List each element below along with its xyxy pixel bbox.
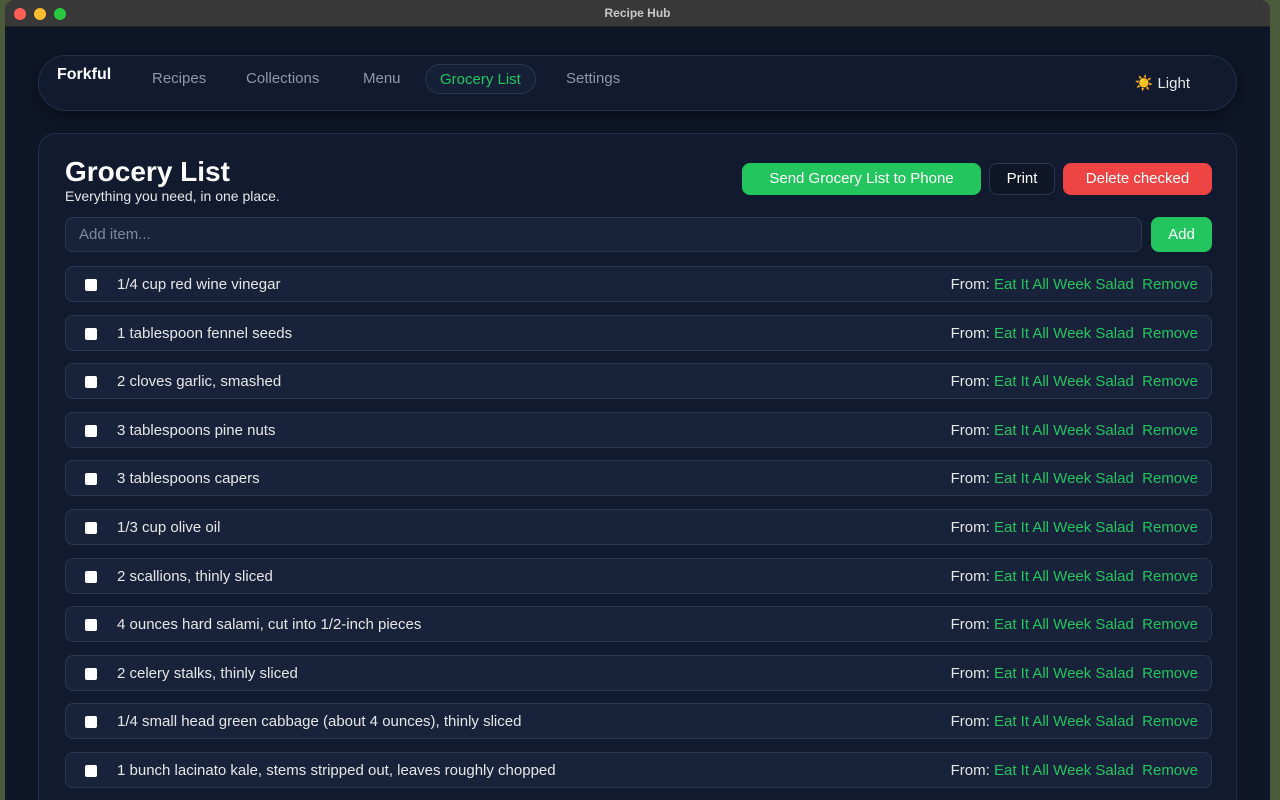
item-checkbox[interactable] xyxy=(85,327,97,340)
page-subtitle: Everything you need, in one place. xyxy=(65,188,280,204)
nav-collections[interactable]: Collections xyxy=(232,64,333,94)
grocery-item-row: 3 tablespoons capers From: Eat It All We… xyxy=(65,460,1212,497)
source-recipe-link[interactable]: Eat It All Week Salad xyxy=(994,373,1134,390)
remove-button[interactable]: Remove xyxy=(1142,713,1198,730)
from-label: From: xyxy=(950,616,990,634)
item-checkbox[interactable] xyxy=(85,667,97,680)
from-label: From: xyxy=(950,519,990,536)
remove-button[interactable]: Remove xyxy=(1142,422,1198,439)
grocery-item-row: 2 cloves garlic, smashed From: Eat It Al… xyxy=(65,363,1212,400)
app-window: Recipe Hub Forkful Recipes Collections M… xyxy=(5,0,1270,800)
grocery-item-row: 3 tablespoons pine nuts From: Eat It All… xyxy=(65,411,1212,448)
page-title: Grocery List xyxy=(65,156,230,187)
remove-button[interactable]: Remove xyxy=(1142,325,1198,342)
source-recipe-link[interactable]: Eat It All Week Salad xyxy=(994,276,1134,293)
nav-menu[interactable]: Menu xyxy=(349,64,415,94)
remove-button[interactable]: Remove xyxy=(1142,519,1198,536)
delete-checked-button[interactable]: Delete checked xyxy=(1063,163,1212,195)
source-recipe-link[interactable]: Eat It All Week Salad xyxy=(994,519,1134,536)
item-text: 4 ounces hard salami, cut into 1/2-inch … xyxy=(117,616,422,634)
nav-grocery-list[interactable]: Grocery List xyxy=(425,64,536,94)
source-recipe-link[interactable]: Eat It All Week Salad xyxy=(994,616,1134,633)
from-label: From: xyxy=(950,324,990,342)
from-label: From: xyxy=(950,470,990,488)
remove-button[interactable]: Remove xyxy=(1142,616,1198,633)
close-button[interactable] xyxy=(14,8,26,20)
remove-button[interactable]: Remove xyxy=(1142,373,1198,390)
from-label: From: xyxy=(950,276,990,293)
from-label: From: xyxy=(950,373,990,391)
zoom-button[interactable] xyxy=(54,8,66,20)
source-recipe-link[interactable]: Eat It All Week Salad xyxy=(994,568,1134,585)
nav-recipes[interactable]: Recipes xyxy=(138,64,220,94)
grocery-item-row: 2 scallions, thinly sliced From: Eat It … xyxy=(65,557,1212,594)
grocery-item-row: 2 celery stalks, thinly sliced From: Eat… xyxy=(65,654,1212,691)
item-text: 1 bunch lacinato kale, stems stripped ou… xyxy=(117,762,556,779)
item-text: 1/3 cup olive oil xyxy=(117,519,221,536)
theme-toggle[interactable]: ☀️ Light xyxy=(1135,74,1190,92)
sun-icon: ☀️ xyxy=(1134,75,1154,92)
item-text: 3 tablespoons pine nuts xyxy=(117,421,276,439)
item-checkbox[interactable] xyxy=(85,570,97,583)
item-checkbox[interactable] xyxy=(85,522,97,534)
grocery-card: Grocery List Everything you need, in one… xyxy=(38,133,1237,800)
source-recipe-link[interactable]: Eat It All Week Salad xyxy=(994,665,1134,682)
title-bar: Recipe Hub xyxy=(5,0,1270,27)
source-recipe-link[interactable]: Eat It All Week Salad xyxy=(994,762,1134,779)
item-text: 1/4 cup red wine vinegar xyxy=(117,276,281,293)
nav-settings[interactable]: Settings xyxy=(552,64,634,94)
grocery-item-row: 1 tablespoon fennel seeds From: Eat It A… xyxy=(65,314,1212,351)
from-label: From: xyxy=(950,664,990,682)
item-text: 2 scallions, thinly sliced xyxy=(117,567,273,585)
add-item-input[interactable] xyxy=(65,217,1142,252)
item-checkbox[interactable] xyxy=(85,716,97,729)
grocery-item-row: 1 bunch lacinato kale, stems stripped ou… xyxy=(65,752,1212,788)
source-recipe-link[interactable]: Eat It All Week Salad xyxy=(994,713,1134,730)
from-label: From: xyxy=(950,713,990,731)
source-recipe-link[interactable]: Eat It All Week Salad xyxy=(994,422,1134,439)
minimize-button[interactable] xyxy=(34,8,46,20)
source-recipe-link[interactable]: Eat It All Week Salad xyxy=(994,470,1134,487)
remove-button[interactable]: Remove xyxy=(1142,568,1198,585)
item-checkbox[interactable] xyxy=(85,619,97,632)
item-text: 3 tablespoons capers xyxy=(117,470,260,488)
from-label: From: xyxy=(950,762,990,779)
source-recipe-link[interactable]: Eat It All Week Salad xyxy=(994,325,1134,342)
brand-logo[interactable]: Forkful xyxy=(57,66,111,84)
item-checkbox[interactable] xyxy=(85,376,97,389)
item-checkbox[interactable] xyxy=(85,424,97,437)
window-title: Recipe Hub xyxy=(604,6,671,20)
grocery-item-row: 1/4 cup red wine vinegar From: Eat It Al… xyxy=(65,266,1212,302)
send-to-phone-button[interactable]: Send Grocery List to Phone xyxy=(742,163,981,195)
remove-button[interactable]: Remove xyxy=(1142,276,1198,293)
from-label: From: xyxy=(950,421,990,439)
from-label: From: xyxy=(950,567,990,585)
item-text: 1/4 small head green cabbage (about 4 ou… xyxy=(117,713,522,731)
item-checkbox[interactable] xyxy=(85,765,97,777)
item-checkbox[interactable] xyxy=(85,279,97,291)
top-nav: Forkful Recipes Collections Menu Grocery… xyxy=(38,55,1237,111)
item-text: 2 cloves garlic, smashed xyxy=(117,373,282,391)
item-text: 1 tablespoon fennel seeds xyxy=(117,324,293,342)
remove-button[interactable]: Remove xyxy=(1142,762,1198,779)
item-text: 2 celery stalks, thinly sliced xyxy=(117,664,298,682)
grocery-item-row: 1/3 cup olive oil From: Eat It All Week … xyxy=(65,509,1212,545)
print-button[interactable]: Print xyxy=(989,163,1055,195)
grocery-item-row: 4 ounces hard salami, cut into 1/2-inch … xyxy=(65,606,1212,643)
remove-button[interactable]: Remove xyxy=(1142,665,1198,682)
grocery-item-row: 1/4 small head green cabbage (about 4 ou… xyxy=(65,703,1212,740)
item-checkbox[interactable] xyxy=(85,473,97,486)
theme-label: Light xyxy=(1157,75,1190,92)
remove-button[interactable]: Remove xyxy=(1142,470,1198,487)
add-button[interactable]: Add xyxy=(1151,217,1212,252)
